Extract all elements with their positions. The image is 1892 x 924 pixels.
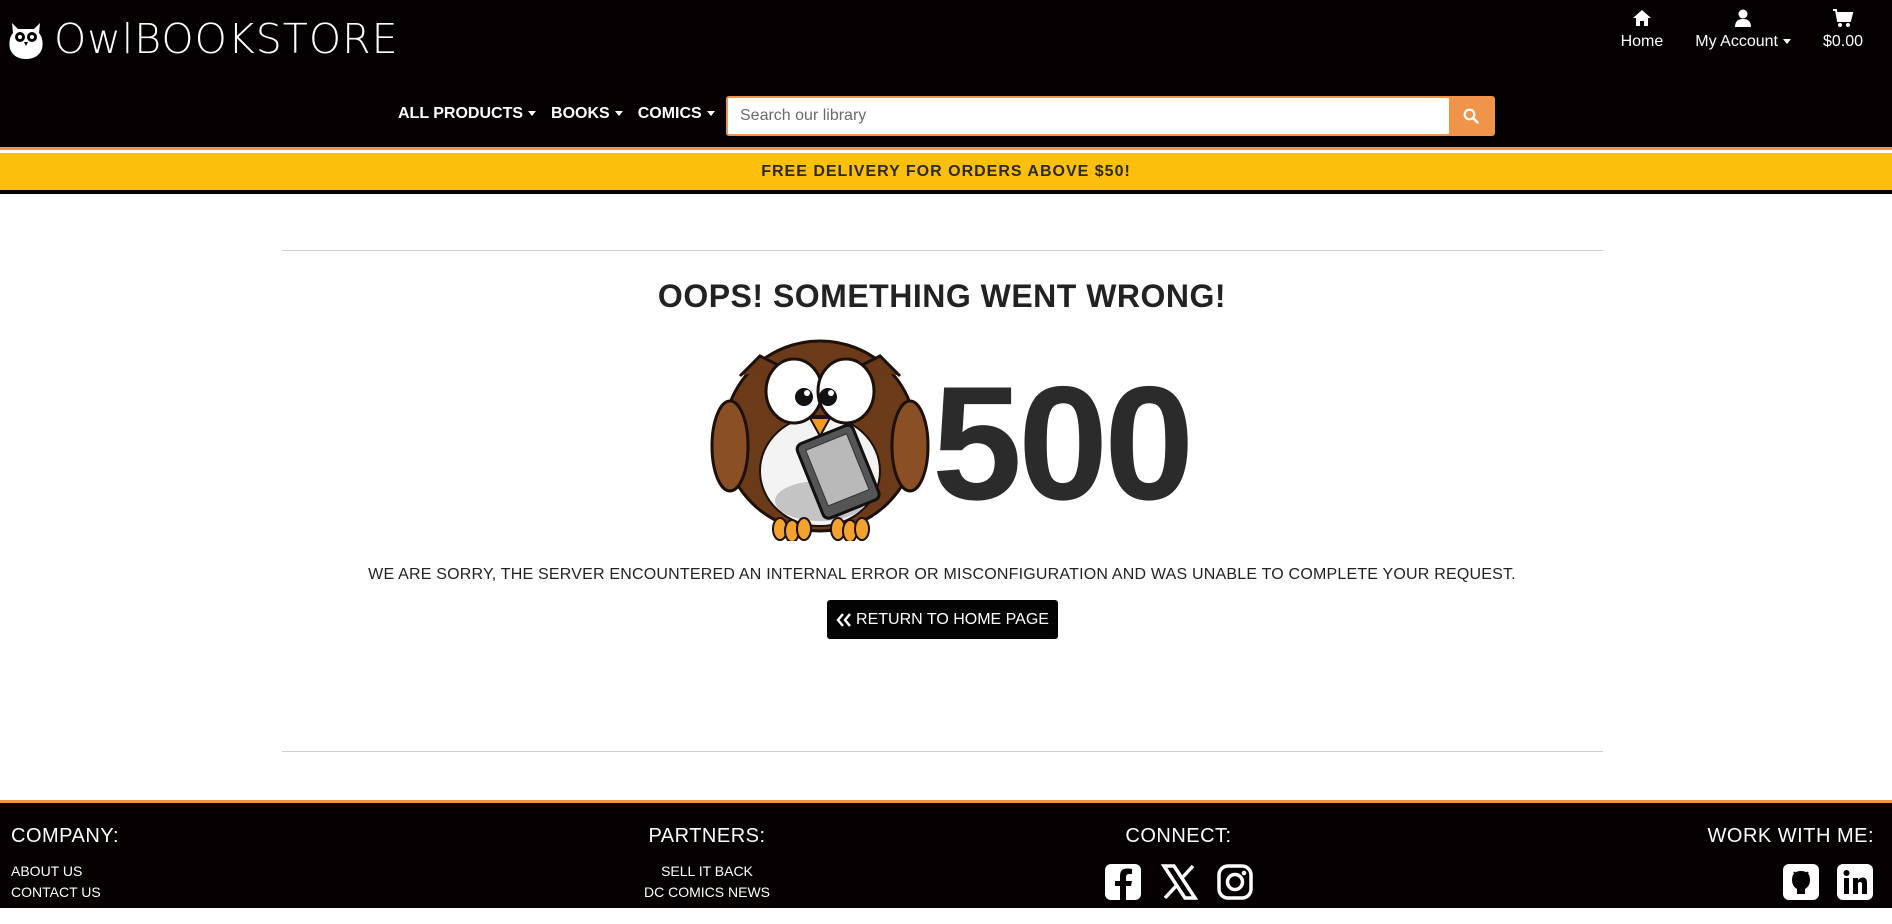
menu-comics[interactable]: COMICS [638, 105, 715, 123]
footer-link-sell-it-back[interactable]: SELL IT BACK [604, 861, 810, 882]
header: OwlBOOKSTORE Home My Account $0.00 ALL P… [0, 0, 1892, 148]
footer-link-dc-news[interactable]: DC COMICS NEWS [604, 882, 810, 903]
footer-connect-title: CONNECT: [1125, 825, 1232, 847]
footer-link-about[interactable]: ABOUT US [11, 861, 119, 882]
github-icon[interactable] [1782, 863, 1820, 901]
nav-home-label: Home [1620, 33, 1664, 50]
nav-home[interactable]: Home [1620, 8, 1664, 51]
menu-books[interactable]: BOOKS [551, 105, 623, 123]
error-message: WE ARE SORRY, THE SERVER ENCOUNTERED AN … [368, 566, 1516, 583]
x-icon[interactable] [1160, 863, 1198, 901]
menu-all-products-label: ALL PRODUCTS [398, 105, 524, 122]
footer-partners: PARTNERS: SELL IT BACK DC COMICS NEWS MA… [604, 825, 810, 924]
divider-bottom [282, 751, 1603, 752]
search-icon [1463, 108, 1479, 124]
chevron-down-icon [1782, 39, 1791, 45]
user-icon [1735, 9, 1752, 27]
footer-company-title: COMPANY: [11, 825, 120, 847]
promo-divider [0, 190, 1892, 194]
chevron-down-icon [614, 111, 623, 117]
nav-account-label: My Account [1695, 33, 1778, 50]
error-title: OOPS! SOMETHING WENT WRONG! [657, 278, 1227, 314]
chevron-down-icon [706, 111, 715, 117]
return-home-button[interactable]: RETURN TO HOME PAGE [827, 600, 1058, 639]
search-button[interactable] [1449, 98, 1493, 134]
return-home-label: RETURN TO HOME PAGE [856, 610, 1049, 628]
menu-comics-label: COMICS [637, 105, 702, 122]
cart-icon [1832, 9, 1854, 27]
search-input[interactable] [728, 98, 1449, 134]
logo[interactable]: OwlBOOKSTORE [6, 14, 398, 64]
footer-work-title: WORK WITH ME: [1707, 825, 1874, 847]
home-icon [1632, 10, 1651, 26]
divider-top [282, 250, 1603, 251]
chevron-down-icon [528, 111, 537, 117]
nav-cart[interactable]: $0.00 [1823, 8, 1863, 51]
top-nav: Home My Account $0.00 [1621, 8, 1892, 51]
footer-link-contact[interactable]: CONTACT US [11, 882, 119, 903]
logo-text: OwlBOOKSTORE [54, 15, 399, 63]
footer-link-marvel-news[interactable]: MARVEL NEWS [604, 903, 810, 924]
double-chevron-left-icon [836, 612, 851, 627]
facebook-icon[interactable] [1104, 863, 1142, 901]
menu-all-products[interactable]: ALL PRODUCTS [398, 105, 537, 123]
owl-reading-illustration [710, 339, 930, 541]
main-menu: ALL PRODUCTS BOOKS COMICS [398, 105, 730, 123]
linkedin-icon[interactable] [1836, 863, 1874, 901]
search-bar [726, 96, 1495, 136]
menu-books-label: BOOKS [551, 105, 610, 122]
footer-company: COMPANY: ABOUT US CONTACT US FAQ [11, 825, 119, 924]
footer-partners-title: PARTNERS: [648, 825, 766, 847]
error-code: 500 [932, 353, 1194, 534]
owl-logo-icon [9, 23, 43, 59]
header-accent-line [0, 147, 1892, 150]
nav-account[interactable]: My Account [1695, 8, 1791, 51]
instagram-icon[interactable] [1216, 863, 1254, 901]
promo-banner: FREE DELIVERY FOR ORDERS ABOVE $50! [0, 153, 1892, 190]
cart-total: $0.00 [1822, 33, 1863, 50]
footer-connect: CONNECT: [1080, 825, 1277, 901]
footer: COMPANY: ABOUT US CONTACT US FAQ PARTNER… [0, 803, 1892, 921]
footer-link-faq[interactable]: FAQ [11, 903, 119, 924]
footer-work: WORK WITH ME: [1708, 825, 1874, 901]
